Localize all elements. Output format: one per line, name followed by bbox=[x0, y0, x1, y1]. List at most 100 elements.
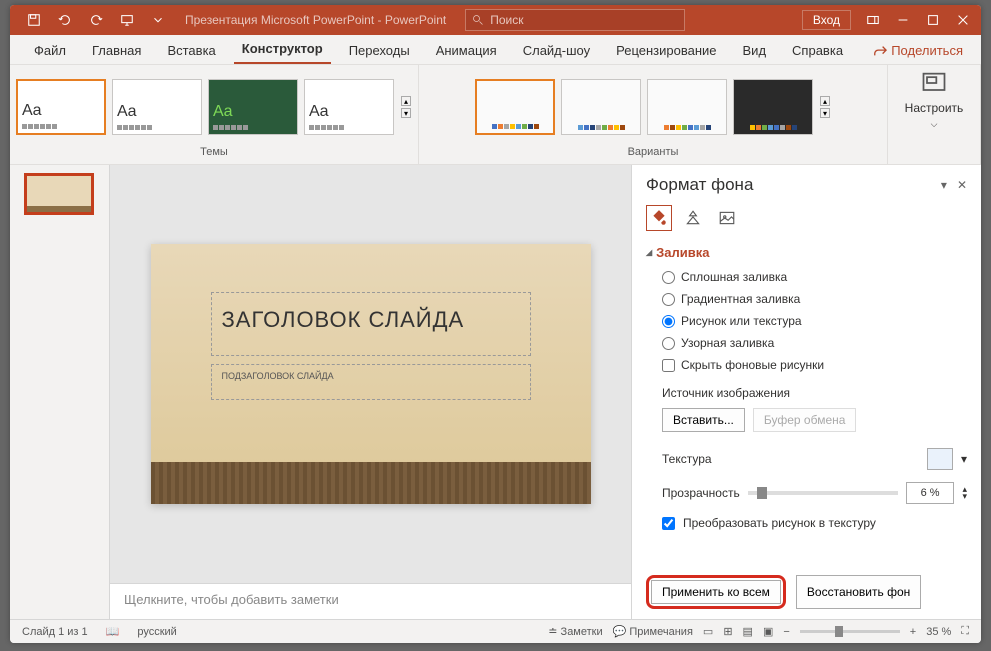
app-window: Презентация Microsoft PowerPoint - Power… bbox=[10, 5, 981, 643]
tile-checkbox[interactable]: Преобразовать рисунок в текстуру bbox=[632, 510, 981, 536]
pane-title: Формат фона bbox=[646, 175, 753, 195]
variant-thumb[interactable] bbox=[647, 79, 727, 135]
tab-transitions[interactable]: Переходы bbox=[341, 37, 418, 64]
zoom-value[interactable]: 35 % bbox=[926, 626, 951, 638]
variants-scroll[interactable]: ▴▾ bbox=[819, 96, 831, 118]
canvas-area[interactable]: ЗАГОЛОВОК СЛАЙДА ПОДЗАГОЛОВОК СЛАЙДА bbox=[110, 165, 631, 583]
variant-thumb[interactable] bbox=[561, 79, 641, 135]
transparency-label: Прозрачность bbox=[662, 486, 740, 500]
ribbon-tabs: Файл Главная Вставка Конструктор Переход… bbox=[10, 35, 981, 65]
statusbar: Слайд 1 из 1 📖 русский ≐ Заметки 💬 Приме… bbox=[10, 619, 981, 643]
variant-thumb[interactable] bbox=[475, 79, 555, 135]
ribbon: Aa Aa Aa Aa ▴▾ Темы ▴▾ Варианты Настроит… bbox=[10, 65, 981, 165]
transparency-row: Прозрачность 6 % ▴▾ bbox=[632, 476, 981, 510]
texture-picker[interactable] bbox=[927, 448, 953, 470]
spellcheck-icon[interactable]: 📖 bbox=[106, 625, 120, 638]
title-placeholder[interactable]: ЗАГОЛОВОК СЛАЙДА bbox=[211, 292, 531, 356]
texture-row: Текстура ▾ bbox=[632, 442, 981, 476]
notes-input[interactable]: Щелкните, чтобы добавить заметки bbox=[110, 583, 631, 619]
reset-bg-button[interactable]: Восстановить фон bbox=[796, 575, 921, 609]
tab-home[interactable]: Главная bbox=[84, 37, 149, 64]
zoom-in-icon[interactable]: + bbox=[910, 626, 916, 638]
picture-icon[interactable] bbox=[714, 205, 740, 231]
window-title: Презентация Microsoft PowerPoint - Power… bbox=[185, 13, 446, 27]
ribbon-group-themes: Aa Aa Aa Aa ▴▾ Темы bbox=[10, 65, 419, 164]
editor-area: ЗАГОЛОВОК СЛАЙДА ПОДЗАГОЛОВОК СЛАЙДА Щел… bbox=[110, 165, 631, 619]
transparency-slider[interactable] bbox=[748, 491, 898, 495]
opt-solid[interactable]: Сплошная заливка bbox=[662, 270, 967, 284]
theme-thumb[interactable]: Aa bbox=[112, 79, 202, 135]
spinner-icon[interactable]: ▴▾ bbox=[962, 486, 967, 500]
variant-thumb[interactable] bbox=[733, 79, 813, 135]
share-button[interactable]: Поделиться bbox=[867, 37, 969, 64]
close-icon[interactable] bbox=[949, 6, 977, 34]
search-input[interactable]: Поиск bbox=[465, 9, 685, 31]
save-icon[interactable] bbox=[20, 6, 48, 34]
theme-thumb[interactable]: Aa bbox=[16, 79, 106, 135]
slide-indicator[interactable]: Слайд 1 из 1 bbox=[22, 626, 88, 638]
texture-label: Текстура bbox=[662, 452, 919, 466]
format-background-pane: Формат фона ▾ ✕ Заливка Сплошная заливка … bbox=[631, 165, 981, 619]
redo-icon[interactable] bbox=[82, 6, 110, 34]
opt-picture[interactable]: Рисунок или текстура bbox=[662, 314, 967, 328]
more-icon[interactable] bbox=[144, 6, 172, 34]
themes-label: Темы bbox=[200, 144, 228, 160]
tab-file[interactable]: Файл bbox=[26, 37, 74, 64]
variants-label: Варианты bbox=[628, 144, 679, 160]
zoom-slider[interactable] bbox=[800, 630, 900, 633]
fill-options: Сплошная заливка Градиентная заливка Рис… bbox=[632, 266, 981, 376]
opt-gradient[interactable]: Градиентная заливка bbox=[662, 292, 967, 306]
pane-dropdown-icon[interactable]: ▾ bbox=[941, 178, 947, 192]
themes-scroll[interactable]: ▴▾ bbox=[400, 96, 412, 118]
titlebar: Презентация Microsoft PowerPoint - Power… bbox=[10, 5, 981, 35]
ribbon-mode-icon[interactable] bbox=[859, 6, 887, 34]
undo-icon[interactable] bbox=[51, 6, 79, 34]
pane-close-icon[interactable]: ✕ bbox=[957, 178, 967, 192]
notes-toggle[interactable]: ≐ Заметки bbox=[548, 625, 602, 638]
ribbon-group-variants: ▴▾ Варианты bbox=[419, 65, 888, 164]
pane-footer: Применить ко всем Восстановить фон bbox=[632, 565, 981, 619]
customize-button[interactable]: Настроить ⌵ bbox=[894, 69, 974, 130]
theme-thumb[interactable]: Aa bbox=[208, 79, 298, 135]
sign-in-button[interactable]: Вход bbox=[802, 10, 851, 30]
pane-header: Формат фона ▾ ✕ bbox=[632, 165, 981, 205]
fill-icon[interactable] bbox=[646, 205, 672, 231]
slides-panel[interactable]: 1 bbox=[10, 165, 110, 619]
tab-slideshow[interactable]: Слайд-шоу bbox=[515, 37, 598, 64]
content-area: 1 ЗАГОЛОВОК СЛАЙДА ПОДЗАГОЛОВОК СЛАЙДА Щ… bbox=[10, 165, 981, 619]
slideshow-view-icon[interactable]: ▣ bbox=[763, 625, 773, 638]
theme-thumb[interactable]: Aa bbox=[304, 79, 394, 135]
search-placeholder: Поиск bbox=[490, 13, 523, 27]
minimize-icon[interactable] bbox=[889, 6, 917, 34]
slide-thumbnail[interactable] bbox=[24, 173, 94, 215]
maximize-icon[interactable] bbox=[919, 6, 947, 34]
image-source-label: Источник изображения bbox=[632, 376, 981, 404]
tab-animations[interactable]: Анимация bbox=[428, 37, 505, 64]
fill-section[interactable]: Заливка bbox=[632, 239, 981, 266]
apply-all-button[interactable]: Применить ко всем bbox=[651, 580, 781, 604]
tab-design[interactable]: Конструктор bbox=[234, 35, 331, 64]
sorter-view-icon[interactable]: ⊞ bbox=[723, 625, 732, 638]
chevron-down-icon[interactable]: ▾ bbox=[961, 452, 967, 466]
comments-toggle[interactable]: 💬 Примечания bbox=[613, 625, 693, 638]
start-slideshow-icon[interactable] bbox=[113, 6, 141, 34]
transparency-value[interactable]: 6 % bbox=[906, 482, 955, 504]
tab-view[interactable]: Вид bbox=[735, 37, 775, 64]
pane-category-icons bbox=[632, 205, 981, 239]
insert-button[interactable]: Вставить... bbox=[662, 408, 745, 432]
tab-review[interactable]: Рецензирование bbox=[608, 37, 724, 64]
opt-pattern[interactable]: Узорная заливка bbox=[662, 336, 967, 350]
normal-view-icon[interactable]: ▭ bbox=[703, 625, 713, 638]
tab-insert[interactable]: Вставка bbox=[159, 37, 223, 64]
ribbon-group-customize: Настроить ⌵ bbox=[888, 65, 981, 164]
zoom-out-icon[interactable]: − bbox=[783, 626, 789, 638]
tab-help[interactable]: Справка bbox=[784, 37, 851, 64]
opt-hide-bg[interactable]: Скрыть фоновые рисунки bbox=[662, 358, 967, 372]
clipboard-button: Буфер обмена bbox=[753, 408, 857, 432]
effects-icon[interactable] bbox=[680, 205, 706, 231]
reading-view-icon[interactable]: ▤ bbox=[743, 625, 753, 638]
subtitle-placeholder[interactable]: ПОДЗАГОЛОВОК СЛАЙДА bbox=[211, 364, 531, 400]
slide-canvas[interactable]: ЗАГОЛОВОК СЛАЙДА ПОДЗАГОЛОВОК СЛАЙДА bbox=[151, 244, 591, 504]
language[interactable]: русский bbox=[137, 626, 176, 638]
fit-icon[interactable]: ⛶ bbox=[961, 625, 969, 638]
